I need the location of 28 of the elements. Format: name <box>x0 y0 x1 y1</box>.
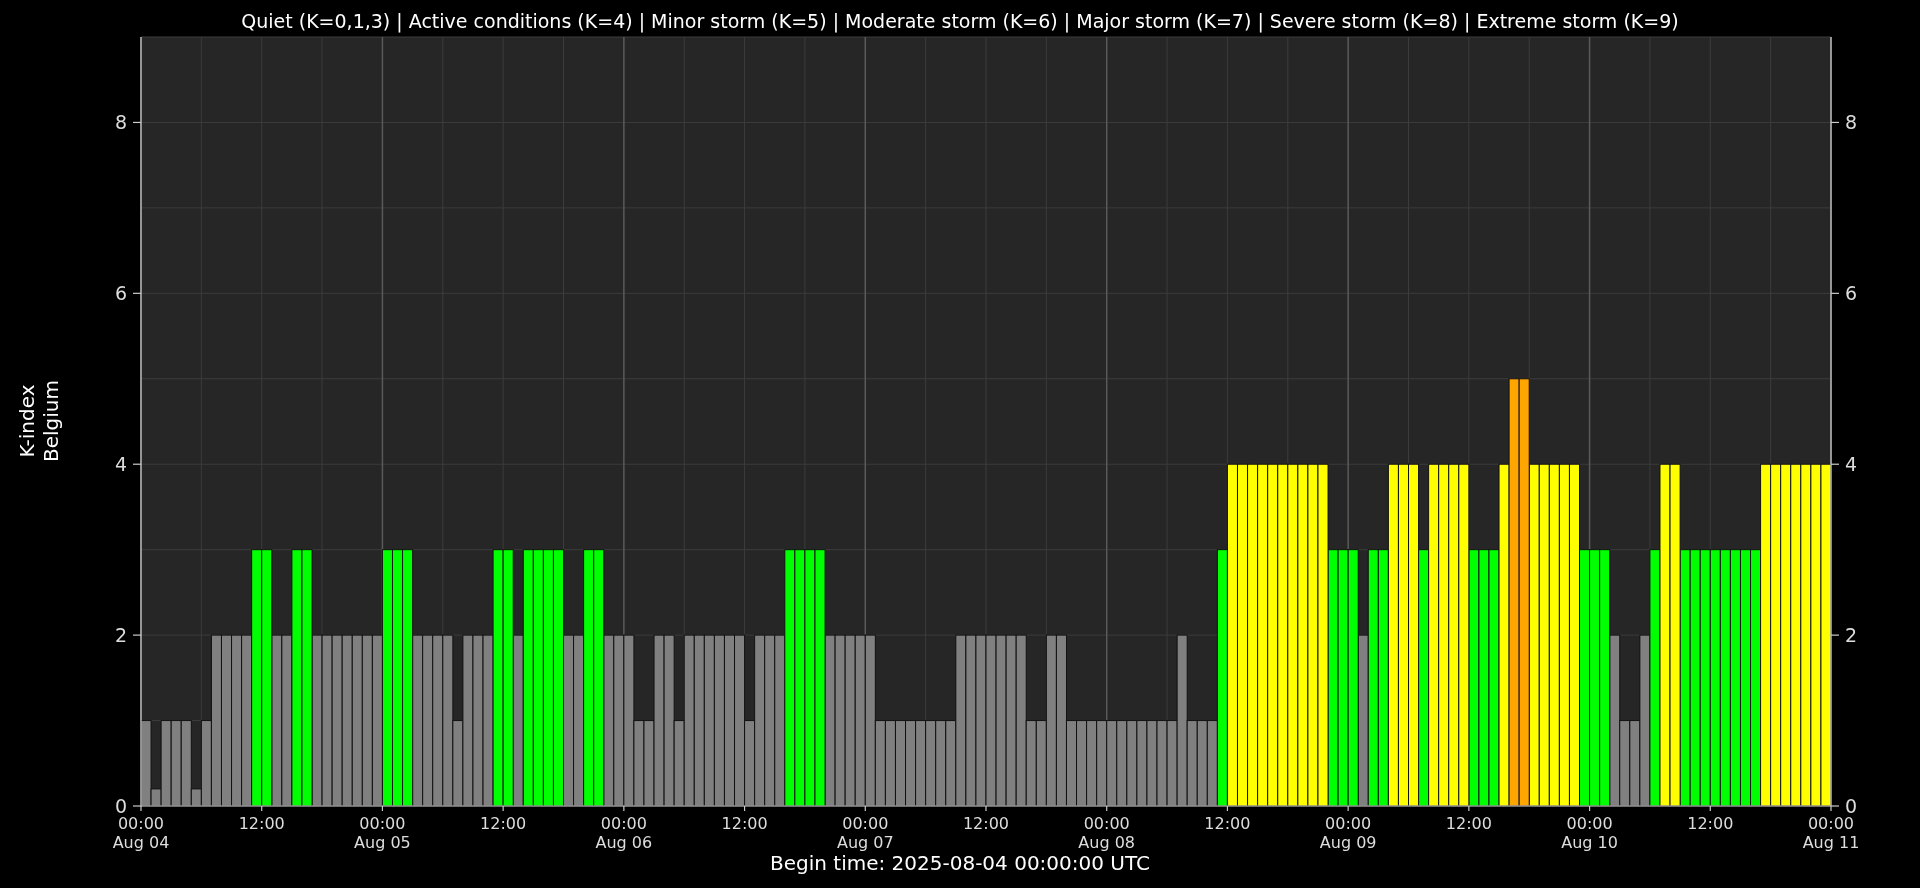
x-tick-label: 00:00 Aug 05 <box>354 814 411 852</box>
y-tick-label: 8 <box>114 111 127 134</box>
y-tick-label: 0 <box>114 795 127 817</box>
x-tick-label: 12:00 <box>1445 814 1492 833</box>
y-tick-label: 0 <box>1845 795 1858 817</box>
x-axis-label: Begin time: 2025-08-04 00:00:00 UTC <box>770 851 1150 875</box>
x-tick-label: 00:00 Aug 08 <box>1078 814 1136 852</box>
y-tick-label: 2 <box>1845 624 1858 647</box>
x-tick-label: 00:00 Aug 06 <box>595 814 653 852</box>
y-tick-label: 4 <box>1845 453 1858 476</box>
y-tick-label: 8 <box>1845 111 1858 134</box>
x-tick-label: 12:00 <box>721 814 768 833</box>
x-tick-label: 12:00 <box>1204 814 1251 833</box>
chart-title: Quiet (K=0,1,3) | Active conditions (K=4) | Minor storm (K=5) | Moderate storm (K=6) | Major storm (K=7) | Severe storm (K=8) | Extreme storm (K=9) <box>241 10 1679 32</box>
x-tick-label: 00:00 Aug 11 <box>1802 814 1860 852</box>
y-tick-label: 2 <box>114 624 127 647</box>
y-tick-label: 6 <box>114 282 127 305</box>
y-axis-label: K-index Belgium <box>15 380 63 462</box>
x-tick-label: 00:00 Aug 09 <box>1319 814 1377 852</box>
x-tick-label: 00:00 Aug 07 <box>836 814 894 852</box>
x-tick-label: 12:00 <box>962 814 1010 833</box>
x-tick-label: 12:00 <box>238 814 285 833</box>
y-tick-label: 4 <box>114 453 127 476</box>
x-tick-label: 00:00 Aug 04 <box>112 814 170 852</box>
x-tick-label: 12:00 <box>1687 814 1734 833</box>
x-tick-label: 00:00 Aug 10 <box>1561 814 1618 852</box>
x-tick-label: 12:00 <box>480 814 527 833</box>
y-tick-label: 6 <box>1845 282 1858 305</box>
